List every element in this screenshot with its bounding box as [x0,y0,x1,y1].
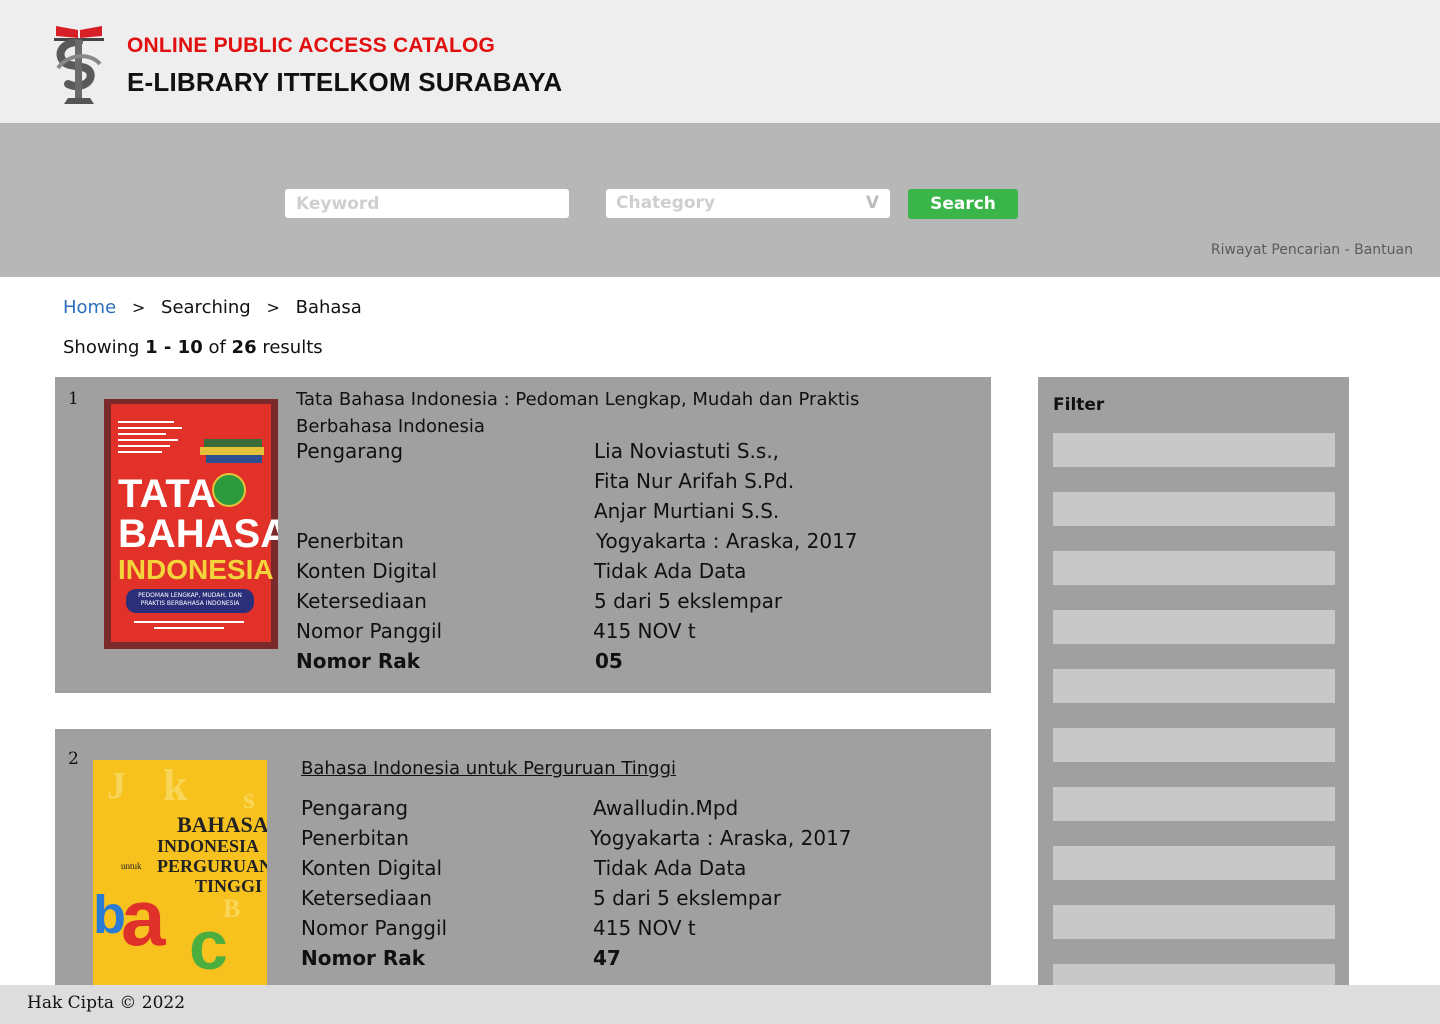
keyword-input[interactable] [285,189,569,218]
book-cover[interactable]: TATA BAHASA INDONESIA PEDOMAN LENGKAP, M… [104,399,278,649]
link-separator: - [1340,242,1355,258]
breadcrumb: Home > Searching > Bahasa [63,297,362,318]
call-number-label: Nomor Panggil [301,916,448,940]
author-value: Anjar Murtiani S.S. [594,499,780,523]
site-title: E-LIBRARY ITTELKOM SURABAYA [127,67,563,97]
catalog-subtitle: ONLINE PUBLIC ACCESS CATALOG [127,34,496,57]
filter-option[interactable] [1053,787,1335,821]
filter-option[interactable] [1053,433,1335,467]
book-cover[interactable]: J k s BAHASA INDONESIA untuk PERGURUAN T… [93,760,267,985]
category-select[interactable]: Chategory V [606,189,890,218]
author-value: Fita Nur Arifah S.Pd. [594,469,795,493]
result-range: 1 - 10 [145,337,203,358]
filter-option[interactable] [1053,492,1335,526]
filter-option[interactable] [1053,728,1335,762]
breadcrumb-separator: > [131,298,146,317]
filter-option[interactable] [1053,964,1335,985]
publisher-label: Penerbitan [301,826,409,850]
cover-title-line: INDONESIA [157,836,260,856]
result-number: 1 [68,389,79,409]
publisher-value: Yogyakarta : Araska, 2017 [590,826,852,850]
site-header: ONLINE PUBLIC ACCESS CATALOG E-LIBRARY I… [0,0,1440,123]
help-link[interactable]: Bantuan [1354,242,1413,258]
cover-title-line: PERGURUAN [157,856,267,876]
breadcrumb-current: Bahasa [295,297,362,318]
filter-option[interactable] [1053,669,1335,703]
cover-title-line: INDONESIA [118,554,274,585]
site-footer: Hak Cipta © 2022 [0,985,1440,1024]
chevron-down-icon: V [865,193,879,213]
call-number-value: 415 NOV t [593,619,696,643]
cover-subtitle: PEDOMAN LENGKAP, MUDAH, DAN PRAKTIS BERB… [126,589,254,613]
author-label: Pengarang [301,796,409,820]
result-card: 2 J k s BAHASA INDONESIA untuk PERGURUAN… [55,729,991,985]
availability-value: 5 dari 5 ekslempar [593,886,782,910]
result-number: 2 [68,749,79,769]
publisher-label: Penerbitan [296,529,404,553]
availability-label: Ketersediaan [296,589,427,613]
call-number-value: 415 NOV t [593,916,696,940]
breadcrumb-searching[interactable]: Searching [161,297,251,318]
book-title-link[interactable]: Bahasa Indonesia untuk Perguruan Tinggi [301,755,901,782]
book-title[interactable]: Tata Bahasa Indonesia : Pedoman Lengkap,… [296,386,896,440]
search-history-link[interactable]: Riwayat Pencarian [1211,242,1340,258]
digital-content-label: Konten Digital [296,559,438,583]
shelf-label: Nomor Rak [301,946,426,970]
filter-title: Filter [1053,395,1105,415]
author-value: Lia Noviastuti S.s., [594,439,780,463]
shelf-label: Nomor Rak [296,649,421,673]
digital-content-value: Tidak Ada Data [594,856,747,880]
cover-title-line: BAHASA [177,812,267,837]
filter-option[interactable] [1053,551,1335,585]
copyright-text: Hak Cipta © 2022 [27,993,186,1013]
availability-label: Ketersediaan [301,886,432,910]
filter-panel: Filter [1038,377,1349,985]
digital-content-label: Konten Digital [301,856,443,880]
call-number-label: Nomor Panggil [296,619,443,643]
shelf-value: 47 [593,946,621,970]
availability-value: 5 dari 5 ekslempar [594,589,783,613]
filter-option[interactable] [1053,610,1335,644]
result-total: 26 [231,337,257,358]
author-value: Awalludin.Mpd [593,796,739,820]
shelf-value: 05 [595,649,623,673]
breadcrumb-home[interactable]: Home [63,297,116,318]
breadcrumb-separator: > [266,298,280,317]
search-button[interactable]: Search [908,189,1018,219]
cover-title-line: untuk [121,861,142,871]
help-links: Riwayat Pencarian - Bantuan [1211,242,1413,258]
filter-option[interactable] [1053,846,1335,880]
digital-content-value: Tidak Ada Data [594,559,747,583]
ittelkom-logo-icon[interactable] [50,24,108,108]
result-count: Showing 1 - 10 of 26 results [63,337,323,358]
cover-title-line: TATA [118,472,216,516]
publisher-value: Yogyakarta : Araska, 2017 [596,529,858,553]
author-label: Pengarang [296,439,404,463]
filter-option[interactable] [1053,905,1335,939]
cover-title-line: BAHASA [118,512,278,556]
category-placeholder: Chategory [616,193,716,213]
result-card: 1 TATA BAHASA INDONESIA PEDOMAN LENGKAP,… [55,377,991,693]
search-bar: Chategory V Search Riwayat Pencarian - B… [0,123,1440,277]
